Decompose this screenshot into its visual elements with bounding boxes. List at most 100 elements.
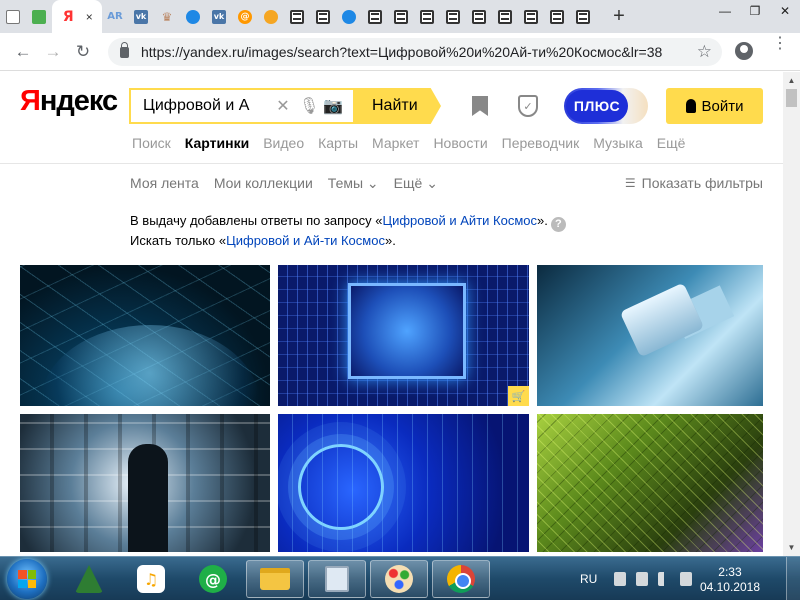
taskbar-music[interactable]: ♫ <box>122 560 180 598</box>
filter-my-feed[interactable]: Моя лента <box>130 175 199 192</box>
image-result-network-globe[interactable] <box>20 265 270 406</box>
image-result-processor-chip[interactable] <box>278 265 529 406</box>
service-music[interactable]: Музыка <box>593 135 643 151</box>
tab-window-5[interactable] <box>414 0 440 33</box>
help-icon[interactable]: ? <box>550 216 566 232</box>
page-icon <box>6 9 20 24</box>
tab-window-11[interactable] <box>570 0 596 33</box>
service-translate[interactable]: Переводчик <box>502 135 580 151</box>
shopping-cart-icon[interactable]: 🛒 <box>508 386 529 406</box>
tab-flag[interactable]: ♛ <box>154 0 180 33</box>
tab-window-10[interactable] <box>544 0 570 33</box>
sliders-icon: ☰ <box>624 176 636 190</box>
tab-green[interactable] <box>26 0 52 33</box>
tab-window-1[interactable] <box>284 0 310 33</box>
window-icon <box>316 9 330 24</box>
exact-query-link[interactable]: Цифровой и Ай-ти Космос <box>226 233 385 248</box>
chrome-icon <box>447 565 475 593</box>
clock[interactable]: 2:33 04.10.2018 <box>700 565 760 595</box>
start-button[interactable] <box>7 559 47 599</box>
tab-window-3[interactable] <box>362 0 388 33</box>
scroll-up-arrow-icon[interactable]: ▲ <box>783 72 800 89</box>
shield-check-icon[interactable]: ✓ <box>518 95 538 117</box>
service-video[interactable]: Видео <box>263 135 304 151</box>
system-tray: RU <box>580 557 697 600</box>
tab-window-4[interactable] <box>388 0 414 33</box>
address-bar[interactable]: https://yandex.ru/images/search?text=Циф… <box>108 38 722 66</box>
find-button[interactable]: Найти <box>355 88 441 124</box>
service-tabs: Поиск Картинки Видео Карты Маркет Новост… <box>132 135 699 151</box>
close-tab-icon[interactable]: × <box>86 10 93 24</box>
tab-ar[interactable]: AR <box>102 0 128 33</box>
taskbar-mail[interactable]: @ <box>184 560 242 598</box>
service-market[interactable]: Маркет <box>372 135 419 151</box>
login-button[interactable]: Войти <box>666 88 763 124</box>
filter-more[interactable]: Ещё ⌄ <box>394 175 438 192</box>
yandex-logo[interactable]: Яндекс <box>20 85 118 118</box>
mail-at-icon: @ <box>199 565 227 593</box>
browser-toolbar: ← → ↻ https://yandex.ru/images/search?te… <box>0 33 800 71</box>
taskbar-explorer[interactable] <box>246 560 304 598</box>
tab-lion[interactable] <box>258 0 284 33</box>
tab-mail[interactable]: @ <box>232 0 258 33</box>
plus-badge[interactable]: ПЛЮС <box>564 88 648 124</box>
image-result-green-circuit[interactable] <box>537 414 763 552</box>
tab-globe-2[interactable] <box>336 0 362 33</box>
taskbar-notepad[interactable] <box>308 560 366 598</box>
filter-themes[interactable]: Темы ⌄ <box>328 175 379 192</box>
new-tab-button[interactable]: + <box>608 5 630 28</box>
browser-menu-icon[interactable]: ⋮ <box>772 36 788 52</box>
tab-yandex-images[interactable]: Я × <box>52 0 102 33</box>
reload-button[interactable]: ↻ <box>68 42 98 62</box>
power-icon[interactable] <box>614 572 627 586</box>
notice-text: ». <box>384 232 396 248</box>
tab-vk-1[interactable]: vk <box>128 0 154 33</box>
taskbar-a-app[interactable] <box>60 560 118 598</box>
window-icon <box>446 9 460 24</box>
tab-vk-2[interactable]: vk <box>206 0 232 33</box>
mail-at-icon: @ <box>238 9 252 24</box>
tab-window-6[interactable] <box>440 0 466 33</box>
search-input[interactable] <box>143 97 267 115</box>
expanded-query-link[interactable]: Цифровой и Айти Космос <box>382 213 537 228</box>
service-more[interactable]: Ещё <box>657 135 686 151</box>
tab-window-7[interactable] <box>466 0 492 33</box>
service-images[interactable]: Картинки <box>185 135 249 151</box>
tab-blank-page[interactable] <box>0 0 26 33</box>
show-desktop-button[interactable] <box>786 557 800 600</box>
action-center-flag-icon[interactable] <box>658 572 671 586</box>
language-indicator[interactable]: RU <box>580 572 597 586</box>
bookmark-star-icon[interactable]: ☆ <box>697 42 712 62</box>
url-text[interactable]: https://yandex.ru/images/search?text=Циф… <box>141 44 662 60</box>
back-button[interactable]: ← <box>8 42 38 62</box>
tab-globe-1[interactable] <box>180 0 206 33</box>
service-maps[interactable]: Карты <box>318 135 358 151</box>
forward-button[interactable]: → <box>38 42 68 62</box>
tab-window-8[interactable] <box>492 0 518 33</box>
network-icon[interactable] <box>680 572 693 586</box>
scrollbar-thumb[interactable] <box>786 89 797 107</box>
taskbar-chrome[interactable] <box>432 560 490 598</box>
profile-avatar-icon[interactable] <box>735 42 753 60</box>
camera-icon[interactable]: 📷 <box>323 96 343 116</box>
image-result-digital-screens[interactable] <box>20 414 270 552</box>
minimize-button[interactable]: — <box>710 0 740 22</box>
page-scrollbar[interactable]: ▲ ▼ <box>783 72 800 556</box>
tab-window-9[interactable] <box>518 0 544 33</box>
taskbar-paint[interactable] <box>370 560 428 598</box>
filter-my-collections[interactable]: Мои коллекции <box>214 175 313 192</box>
device-icon[interactable] <box>636 572 649 586</box>
service-search[interactable]: Поиск <box>132 135 171 151</box>
microphone-icon[interactable]: 🎙 <box>299 96 319 116</box>
image-result-space-station[interactable] <box>537 265 763 406</box>
collections-bookmark-icon[interactable] <box>472 96 488 116</box>
ar-icon: AR <box>107 11 123 22</box>
clear-icon[interactable]: ✕ <box>275 96 291 116</box>
tab-window-2[interactable] <box>310 0 336 33</box>
image-result-blue-circuit[interactable] <box>278 414 529 552</box>
scroll-down-arrow-icon[interactable]: ▼ <box>783 539 800 556</box>
service-news[interactable]: Новости <box>433 135 487 151</box>
show-filters-button[interactable]: ☰ Показать фильтры <box>625 175 763 191</box>
restore-button[interactable]: ❐ <box>740 0 770 22</box>
close-window-button[interactable]: ✕ <box>770 0 800 22</box>
